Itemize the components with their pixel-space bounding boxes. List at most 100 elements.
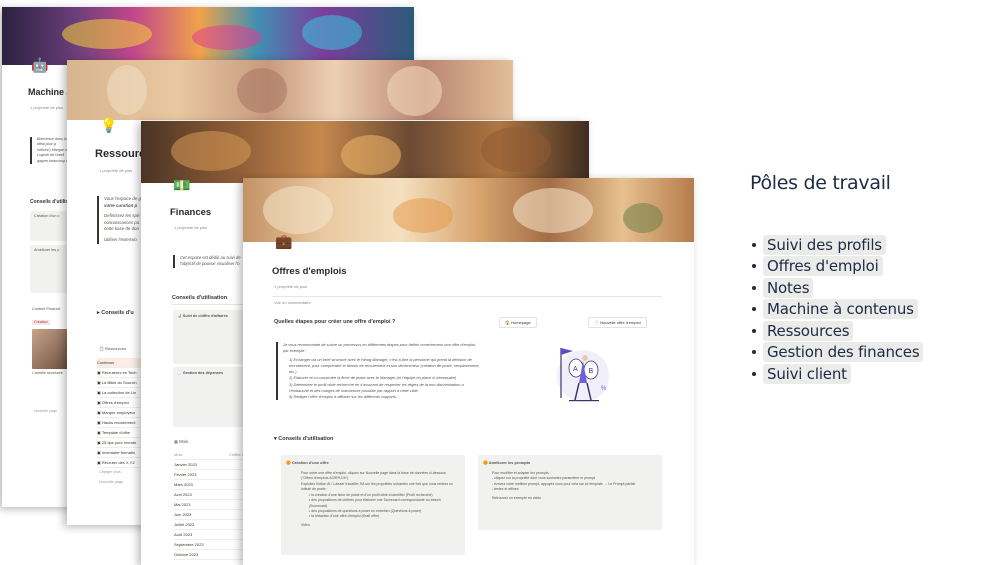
list-item-label: Inventaire formatio (101, 449, 136, 455)
new-page-link[interactable]: Nouvelle page (34, 409, 57, 414)
list-item-label: Marque employeur (101, 409, 136, 415)
table-row[interactable]: Septembre 2023 (174, 540, 246, 550)
video-link[interactable]: Retrouvez un exemple en vidéo (492, 496, 652, 501)
tip-card: 📊 Suivi de chiffre d'affaires (173, 310, 245, 364)
tip-card: 🧾 Gestion des dépenses (173, 367, 245, 427)
intro-line: cette base de don (104, 226, 139, 232)
tip-card-title: Création d'un c (34, 214, 60, 218)
tip-card: Création d'un c (30, 211, 68, 241)
month-cell: Avril 2023 (174, 491, 192, 497)
divider (272, 296, 662, 297)
workspace-list: Suivi des profils Offres d'emploi Notes … (752, 234, 924, 385)
list-item-label: Notes (763, 277, 814, 298)
db-title-label: Ressources (105, 346, 127, 351)
more-properties[interactable]: 1 propriété de plus (274, 284, 307, 289)
tips-heading[interactable]: ▾ Conseils d'utilisation (274, 436, 333, 442)
list-item-label: Suivi client (763, 363, 851, 384)
page-offres-emplois[interactable]: 💼 Offres d'emplois 1 propriété de plus V… (243, 178, 694, 565)
card-thumbnail (32, 329, 68, 369)
cover-image (243, 178, 694, 242)
list-item[interactable]: ▣ Recruter des X,YZ (97, 458, 142, 468)
column-header: Chiffre d (229, 451, 245, 457)
video-link[interactable]: Vidéo (301, 523, 456, 528)
homepage-button-label: Homepage (511, 320, 531, 325)
tip-card-title-label: Création d'une offre (291, 460, 329, 465)
table-row[interactable]: Juillet 2023 (174, 520, 246, 530)
recruitment-illustration: A B % (557, 348, 609, 402)
list-item[interactable]: ▣ 25 tips pour recrute (97, 438, 142, 448)
db-title: 📋 Ressources (99, 346, 127, 351)
list-item[interactable]: ▣ Offres d'emploi (97, 398, 142, 408)
lamp-icon: 💡 (100, 117, 118, 133)
table-row[interactable]: Mars 2023 (174, 480, 246, 490)
db-title: Content Producti (32, 307, 61, 311)
bullet-icon (752, 307, 756, 312)
list-item[interactable]: Contenus (97, 358, 142, 368)
table-row[interactable]: Février 2023 (174, 470, 246, 480)
table-row[interactable]: Août 2023 (174, 530, 246, 540)
tips-heading[interactable]: ▸ Conseils d'u (97, 310, 134, 316)
bullet-icon (752, 328, 756, 333)
new-offer-button-label: Nouvelle offre d'emploi (600, 320, 641, 325)
cover-image (2, 7, 414, 65)
tag: Création (32, 320, 50, 326)
tip-card-prompts: 🟠 Améliorer les prompts Pour modifier et… (478, 455, 662, 530)
list-item: Suivi des profils (752, 234, 923, 256)
list-item[interactable]: ▣ La Bible du Sourcin (97, 378, 142, 388)
comment-link[interactable]: Voir un commentaire (274, 300, 311, 305)
svg-text:A: A (573, 366, 578, 373)
tip-card-title: Améliorer les p (34, 248, 60, 252)
more-properties[interactable]: 1 propriété de plus (99, 168, 132, 173)
tips-heading: Conseils d'utilisa (30, 199, 71, 205)
table-row[interactable]: Juin 2023 (174, 510, 246, 520)
tip-bullet-text: des propositions de questions à poser en… (311, 508, 422, 513)
list-item-label: Offres d'emploi (763, 256, 883, 277)
list-item-label: La Bible du Sourcin (101, 379, 137, 385)
month-cell: Mars 2023 (174, 481, 193, 487)
process-intro: Je vous recommande de suivre un processu… (283, 342, 477, 354)
tip-card-body: Pour créer une offre d'emploi, cliquez s… (301, 471, 456, 528)
intro-line: votre curation p (104, 202, 138, 208)
intro-quote: Bienvenue dans la idéal pour g Indicez!)… (30, 137, 70, 164)
list-item[interactable]: ▣ Inventaire formatio (97, 448, 142, 458)
table-row[interactable]: Octobre 2023 (174, 550, 246, 560)
month-cell: Mai 2023 (174, 501, 191, 507)
load-more-link[interactable]: Charger plus (99, 470, 121, 476)
list-item[interactable]: ▣ Recruteurs en Tech (97, 368, 142, 378)
tips-heading-label: Conseils d'u (101, 310, 134, 316)
list-item: Machine à contenus (752, 299, 923, 321)
list-item[interactable]: ▣ Hacks recrutement (97, 418, 142, 428)
list-item: Gestion des finances (752, 342, 924, 364)
new-page-link[interactable]: Nouvelle page (99, 480, 123, 486)
more-properties[interactable]: 1 propriété de plus (174, 225, 207, 230)
list-item-label: Recruteurs en Tech (101, 369, 137, 375)
bullet-icon (752, 242, 756, 247)
intro-line: connaissances pa (104, 219, 140, 225)
month-cell: Juin 2023 (174, 511, 192, 517)
intro-line: Definissez les spé (104, 213, 140, 219)
table-row[interactable]: Janvier 2023 (174, 460, 246, 470)
bullet-icon (752, 285, 756, 290)
tip-bullet-text: des propositions de critères pour élabor… (309, 498, 441, 508)
card-caption: L'acteilie structurée (32, 371, 63, 375)
homepage-button[interactable]: 🏠 Homepage (499, 317, 537, 328)
tip-card-create-offer: 🟠 Création d'une offre Pour créer une of… (281, 455, 465, 555)
tip-card-body: Pour modifier et adapter les prompts : -… (492, 471, 652, 501)
list-item[interactable]: ▣ Template d'offre (97, 428, 142, 438)
table-row[interactable]: Avril 2023 (174, 490, 246, 500)
list-item-label: Contenus (97, 359, 115, 365)
month-cell: Octobre 2023 (174, 551, 199, 557)
new-offer-button[interactable]: 📄 Nouvelle offre d'emploi (588, 317, 647, 328)
list-item-label: Template d'offre (101, 429, 131, 435)
more-properties[interactable]: 1 propriété de plus (30, 105, 63, 110)
list-item: Suivi client (752, 363, 923, 385)
table-header: Mois Chiffre d (174, 450, 246, 460)
bullet-icon (752, 350, 756, 355)
table-row[interactable]: Mai 2023 (174, 500, 246, 510)
tips-heading: Conseils d'utilisation (172, 295, 228, 301)
list-item[interactable]: ▣ La collection de Lin (97, 388, 142, 398)
tips-heading-label: Conseils d'utilisation (278, 436, 334, 442)
tip-card-title: 🟠 Création d'une offre (286, 460, 329, 465)
list-item[interactable]: ▣ Marque employeur (97, 408, 142, 418)
page-title: Machine à (28, 87, 72, 97)
